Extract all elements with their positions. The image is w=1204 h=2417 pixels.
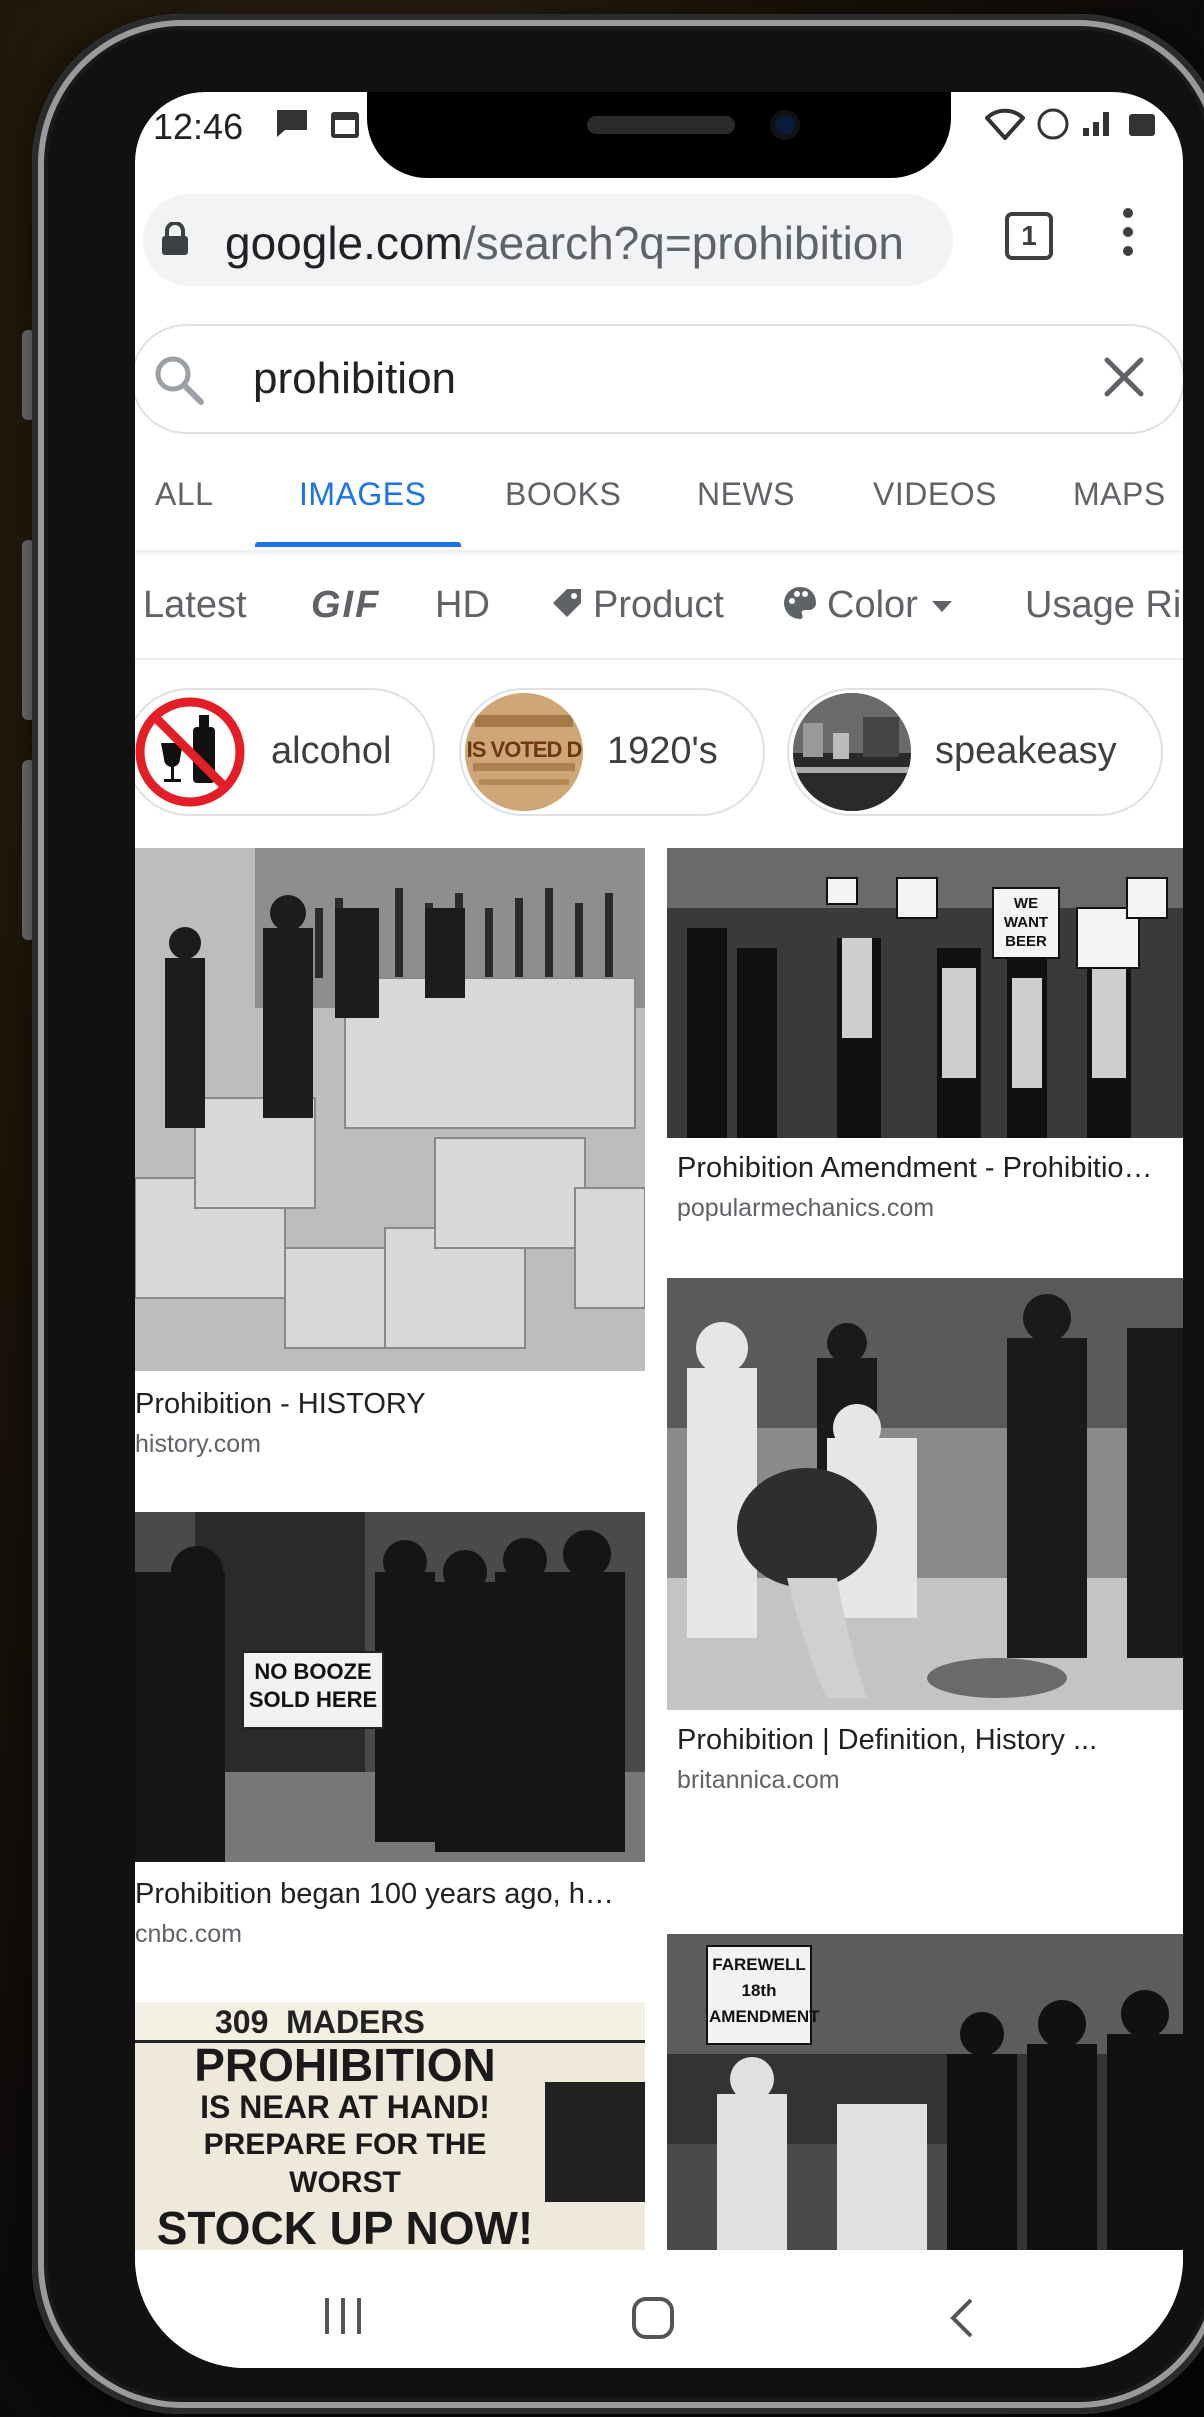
url-domain: google.com [225,217,463,269]
chip-label: speakeasy [935,730,1117,772]
tab-maps[interactable]: MAPS [1073,476,1166,513]
tab-images[interactable]: IMAGES [299,476,426,513]
related-chips: alcohol IS VOTED D 1920's speakeasy [135,682,1183,822]
chip-speakeasy[interactable]: speakeasy [787,688,1163,816]
filter-product[interactable]: Product [549,584,724,627]
result-card[interactable]: Prohibition - HISTORY history.com [135,848,645,1488]
volte-icon [1033,108,1073,148]
filter-product-label: Product [593,584,724,626]
result-title: Prohibition | Definition, History ... [677,1724,1098,1756]
tab-books[interactable]: BOOKS [505,476,621,513]
palette-icon [784,587,816,619]
lock-icon [161,221,189,256]
tab-all[interactable]: ALL [155,476,213,513]
battery-icon [1127,108,1157,146]
filter-gif[interactable]: GIF [311,584,380,627]
result-image[interactable] [135,848,645,1371]
notch [367,92,951,178]
filter-latest[interactable]: Latest [143,584,247,627]
signal-icon [1081,108,1115,146]
search-icon[interactable] [151,352,207,413]
result-card[interactable]: Prohibition | Definition, History ... br… [667,1278,1183,1838]
chip-1920s[interactable]: IS VOTED D 1920's [459,688,765,816]
result-title: Prohibition Amendment - Prohibitio… [677,1152,1153,1184]
result-card[interactable]: FAREWELL 18th AMENDMENT [667,1934,1183,2264]
url-path: /search?q=prohibition [462,217,904,269]
filter-hd[interactable]: HD [435,584,490,627]
result-image[interactable] [667,1278,1183,1710]
filter-color-label: Color [827,584,918,626]
farewell-sign-text: FAREWELL 18th AMENDMENT [709,1955,820,2026]
browser-toolbar: google.com/search?q=prohibition 1 [135,184,1183,294]
result-title: Prohibition - HISTORY [135,1388,426,1420]
chip-alcohol[interactable]: alcohol [135,688,435,816]
newspaper-headline: IS VOTED D [466,737,583,762]
front-camera [770,110,800,140]
url-text: google.com/search?q=prohibition [225,216,904,270]
home-icon[interactable] [631,2296,675,2345]
search-box[interactable]: prohibition [135,324,1183,434]
tab-switcher-button[interactable]: 1 [1005,212,1053,260]
result-card[interactable]: NO BOOZE SOLD HERE Prohibition began 100… [135,1512,645,1982]
chip-label: 1920's [607,730,718,772]
active-tab-indicator [255,542,461,547]
recent-apps-icon[interactable] [321,2296,365,2341]
result-source: britannica.com [677,1766,840,1794]
more-menu-icon[interactable] [1123,208,1133,265]
result-source: cnbc.com [135,1920,242,1948]
speakeasy-thumbnail [793,693,911,811]
result-image[interactable]: FAREWELL 18th AMENDMENT [667,1934,1183,2250]
poster-text: PROHIBITION IS NEAR AT HAND! PREPARE FOR… [145,2042,545,2250]
phone-screen: 12:46 google.com/search?q=prohibition 1 … [135,92,1183,2368]
chip-label: alcohol [271,730,392,772]
result-card[interactable]: WE WANT BEER Prohibition Amendment - Pro… [667,848,1183,1278]
poster-line: IS NEAR AT HAND! [200,2089,490,2125]
calendar-icon [329,108,361,148]
clear-icon[interactable] [1099,352,1149,411]
sign-text: NO BOOZE SOLD HERE [248,1659,378,1712]
system-nav-bar [135,2262,1183,2368]
filter-color[interactable]: Color [781,584,952,627]
no-alcohol-icon [135,693,249,811]
back-icon[interactable] [947,2296,977,2345]
newspaper-thumbnail: IS VOTED D [465,693,583,811]
wifi-icon [984,108,1026,148]
phone-frame: 12:46 google.com/search?q=prohibition 1 … [32,14,1204,2414]
status-time: 12:46 [153,106,244,147]
poster-line: PREPARE FOR THE WORST [203,2128,487,2199]
result-source: popularmechanics.com [677,1194,935,1222]
chevron-down-icon [931,601,952,613]
filter-bar: Latest GIF HD Product Color Usage Ri [135,562,1183,660]
result-title: Prohibition began 100 years ago, h… [135,1878,614,1910]
search-tabs: ALL IMAGES BOOKS NEWS VIDEOS MAPS [135,454,1183,550]
tab-videos[interactable]: VIDEOS [873,476,997,513]
protest-sign-text: WE WANT BEER [1003,895,1049,950]
search-input[interactable]: prohibition [253,354,456,404]
poster-header-text: 309 MADERS [215,2004,425,2040]
poster-line: STOCK UP NOW! [156,2202,534,2250]
filter-usage-rights[interactable]: Usage Ri [1025,584,1181,627]
address-bar[interactable]: google.com/search?q=prohibition [143,194,953,286]
result-image[interactable]: WE WANT BEER [667,848,1183,1138]
result-image[interactable]: 309 MADERS PROHIBITION IS NEAR AT HAND! … [135,2002,645,2250]
poster-line: PROHIBITION [194,2039,496,2091]
tag-icon [553,589,581,617]
tab-news[interactable]: NEWS [697,476,795,513]
result-source: history.com [135,1430,261,1458]
message-icon [275,108,309,146]
earpiece-speaker [587,116,735,134]
result-image[interactable]: NO BOOZE SOLD HERE [135,1512,645,1862]
result-card[interactable]: 309 MADERS PROHIBITION IS NEAR AT HAND! … [135,2002,645,2262]
